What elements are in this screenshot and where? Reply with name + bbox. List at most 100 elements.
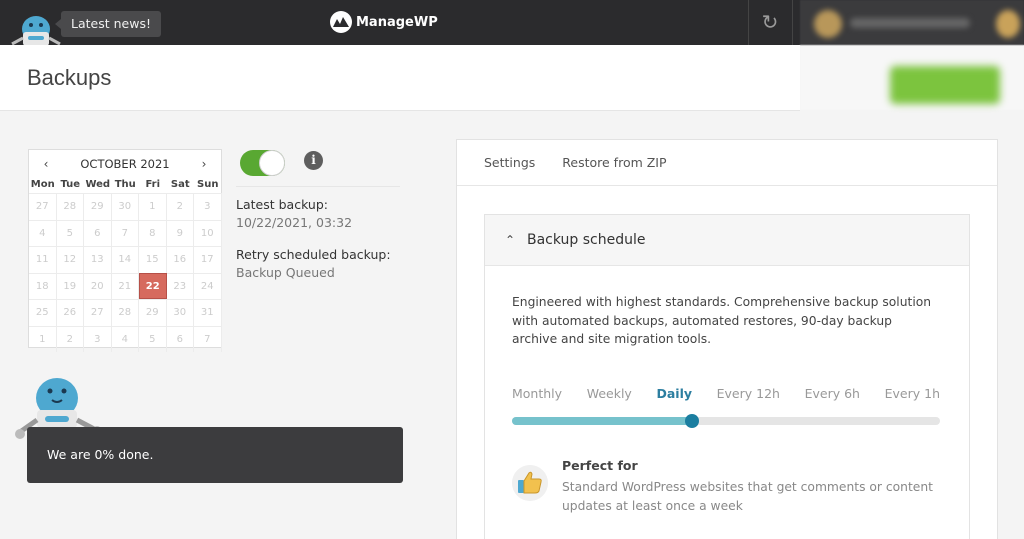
calendar-day[interactable]: 21 <box>111 272 139 299</box>
latest-news-button[interactable]: Latest news! <box>55 11 161 37</box>
calendar-day[interactable]: 2 <box>166 193 194 220</box>
calendar-day[interactable]: 15 <box>139 246 167 273</box>
divider <box>236 186 400 187</box>
schedule-description: Engineered with highest standards. Compr… <box>512 295 932 346</box>
calendar-day[interactable]: 4 <box>111 325 139 352</box>
progress-message: We are 0% done. <box>27 427 403 483</box>
calendar-day[interactable]: 28 <box>111 299 139 326</box>
calendar-day[interactable]: 22 <box>139 272 167 299</box>
calendar-day[interactable]: 23 <box>166 272 194 299</box>
action-button[interactable] <box>890 66 1000 104</box>
refresh-icon[interactable]: ↻ <box>758 10 782 34</box>
weekday-label: Sat <box>170 179 190 190</box>
calendar-day[interactable]: 25 <box>29 299 57 326</box>
calendar-day[interactable]: 7 <box>194 325 222 352</box>
calendar-header: ‹ OCTOBER 2021 › <box>29 150 221 177</box>
calendar-day[interactable]: 30 <box>111 193 139 220</box>
blurred-account-area <box>800 0 1024 110</box>
perfect-for-text: Standard WordPress websites that get com… <box>562 480 933 513</box>
retry-backup-label: Retry scheduled backup: <box>236 247 391 262</box>
backup-schedule-header[interactable]: ⌃ Backup schedule <box>485 215 969 266</box>
backup-toggle[interactable] <box>240 150 285 176</box>
frequency-option[interactable]: Weekly <box>587 386 632 401</box>
panel-tabs: Settings Restore from ZIP <box>457 140 997 186</box>
backup-schedule-section: ⌃ Backup schedule Engineered with highes… <box>484 214 970 539</box>
calendar-day[interactable]: 8 <box>139 219 167 246</box>
calendar-day[interactable]: 2 <box>56 325 84 352</box>
calendar-day[interactable]: 9 <box>166 219 194 246</box>
weekday-label: Fri <box>145 179 161 190</box>
info-icon[interactable]: i <box>304 151 323 170</box>
brand-name: ManageWP <box>356 14 438 30</box>
calendar-day[interactable]: 10 <box>194 219 222 246</box>
calendar-day[interactable]: 12 <box>56 246 84 273</box>
calendar-day[interactable]: 31 <box>194 299 222 326</box>
calendar-day[interactable]: 17 <box>194 246 222 273</box>
weekday-label: Mon <box>30 179 55 190</box>
chevron-left-icon[interactable]: ‹ <box>39 157 53 171</box>
page-header: Backups <box>0 45 800 111</box>
calendar-day[interactable]: 28 <box>56 193 84 220</box>
frequency-option[interactable]: Monthly <box>512 386 562 401</box>
account-name[interactable] <box>850 18 970 28</box>
frequency-option[interactable]: Daily <box>656 386 692 401</box>
calendar-day[interactable]: 27 <box>84 299 112 326</box>
weekday-label: Wed <box>85 179 111 190</box>
divider <box>792 0 793 45</box>
calendar-day[interactable]: 16 <box>166 246 194 273</box>
calendar-day[interactable]: 30 <box>166 299 194 326</box>
calendar-month: OCTOBER 2021 <box>80 156 170 171</box>
calendar-day[interactable]: 29 <box>84 193 112 220</box>
calendar-day[interactable]: 3 <box>194 193 222 220</box>
calendar-day[interactable]: 26 <box>56 299 84 326</box>
latest-backup-value: 10/22/2021, 03:32 <box>236 215 353 230</box>
slider-thumb[interactable] <box>685 414 699 428</box>
calendar-day[interactable]: 6 <box>84 219 112 246</box>
tab-restore-from-zip[interactable]: Restore from ZIP <box>562 155 666 170</box>
calendar-weekdays: Mon Tue Wed Thu Fri Sat Sun <box>29 177 221 193</box>
calendar-day[interactable]: 14 <box>111 246 139 273</box>
frequency-options: Monthly Weekly Daily Every 12h Every 6h Every… <box>512 386 940 401</box>
calendar-day[interactable]: 29 <box>139 299 167 326</box>
calendar-day[interactable]: 24 <box>194 272 222 299</box>
managewp-logo[interactable]: ManageWP <box>330 10 438 34</box>
calendar-day[interactable]: 6 <box>166 325 194 352</box>
retry-backup-value: Backup Queued <box>236 265 335 280</box>
calendar-day[interactable]: 11 <box>29 246 57 273</box>
calendar-day[interactable]: 4 <box>29 219 57 246</box>
frequency-option[interactable]: Every 1h <box>885 386 940 401</box>
calendar-day[interactable]: 20 <box>84 272 112 299</box>
avatar[interactable] <box>996 10 1020 38</box>
frequency-option[interactable]: Every 12h <box>717 386 780 401</box>
calendar-day[interactable]: 7 <box>111 219 139 246</box>
calendar-day[interactable]: 13 <box>84 246 112 273</box>
managewp-logo-icon <box>330 11 352 33</box>
backup-schedule-title: Backup schedule <box>527 232 646 248</box>
thumbs-up-icon <box>512 465 548 501</box>
calendar-day[interactable]: 3 <box>84 325 112 352</box>
calendar-day[interactable]: 27 <box>29 193 57 220</box>
frequency-option[interactable]: Every 6h <box>805 386 860 401</box>
page-title: Backups <box>27 65 112 90</box>
weekday-label: Thu <box>114 179 136 190</box>
calendar-day[interactable]: 1 <box>29 325 57 352</box>
settings-panel: Settings Restore from ZIP ⌃ Backup sched… <box>456 139 998 539</box>
calendar-days: 27 28 29 30 1 2 3 4 5 6 7 8 9 10 11 12 13 14 15 16 17 18 19 20 2… <box>29 193 222 352</box>
calendar-day[interactable]: 5 <box>56 219 84 246</box>
chevron-right-icon[interactable]: › <box>197 157 211 171</box>
divider <box>748 0 749 45</box>
tab-settings[interactable]: Settings <box>484 155 535 170</box>
weekday-label: Tue <box>60 179 81 190</box>
calendar-day[interactable]: 5 <box>139 325 167 352</box>
frequency-slider[interactable] <box>512 414 940 428</box>
weekday-label: Sun <box>197 179 219 190</box>
chevron-up-icon: ⌃ <box>505 233 516 247</box>
perfect-for-label: Perfect for <box>562 458 638 473</box>
calendar-day[interactable]: 1 <box>139 193 167 220</box>
toggle-knob <box>259 150 285 176</box>
calendar-day[interactable]: 18 <box>29 272 57 299</box>
calendar-day[interactable]: 19 <box>56 272 84 299</box>
slider-fill <box>512 417 692 425</box>
latest-backup-label: Latest backup: <box>236 197 328 212</box>
avatar[interactable] <box>814 10 842 38</box>
